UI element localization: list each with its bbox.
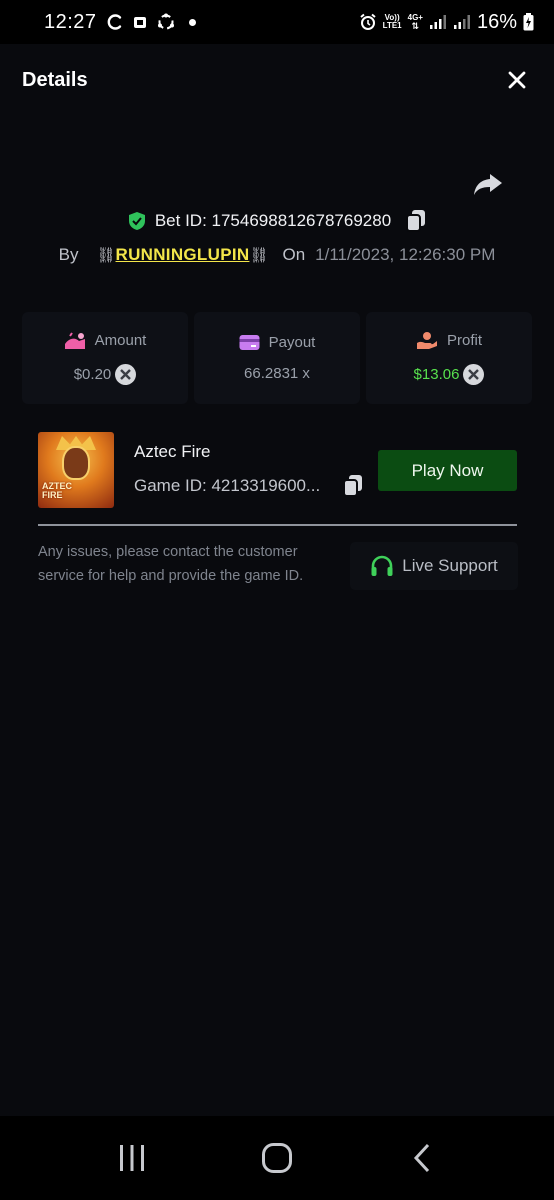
status-system-icons: Vo)) LTE1 4G+ ⇅ 16% xyxy=(359,11,534,34)
stat-amount-label-row: Amount xyxy=(64,331,147,350)
currency-coin-icon xyxy=(115,363,137,385)
app-notification-icon xyxy=(133,17,146,28)
alarm-icon xyxy=(360,13,376,30)
system-nav-bar xyxy=(0,1116,554,1200)
bet-stats: Amount $0.20 Payout 66.2831 x Profit $13… xyxy=(22,312,532,404)
play-now-button[interactable]: Play Now xyxy=(378,450,517,491)
thumbnail-logo: AZTEC FIRE xyxy=(42,482,72,500)
support-help-text: Any issues, please contact the customer … xyxy=(38,544,304,584)
card-icon xyxy=(239,335,260,350)
game-card: AZTEC FIRE Aztec Fire Game ID: 421331960… xyxy=(38,432,518,508)
network-lte-label: LTE1 xyxy=(382,21,402,30)
stat-amount-value: $0.20 xyxy=(73,365,112,383)
page-title: Details xyxy=(22,68,88,91)
recent-apps-icon xyxy=(120,1145,145,1171)
live-support-button[interactable]: Live Support xyxy=(350,542,518,590)
thumbnail-figure-art xyxy=(62,446,90,480)
profit-hand-icon xyxy=(416,332,437,349)
copy-bet-id-icon[interactable] xyxy=(405,209,427,233)
username-link[interactable]: RUNNINGLUPIN xyxy=(116,245,250,265)
bet-date: 1/11/2023, 12:26:30 PM xyxy=(315,245,496,264)
stat-profit-label-row: Profit xyxy=(416,331,482,350)
close-icon xyxy=(508,71,526,89)
by-label: By xyxy=(58,245,79,264)
home-icon xyxy=(261,1143,292,1173)
status-bar: 12:27 Vo)) LTE1 4G+ ⇅ 16% xyxy=(0,0,554,44)
status-notification-icons xyxy=(106,12,196,32)
recent-apps-button[interactable] xyxy=(102,1128,162,1188)
stat-profit-label: Profit xyxy=(446,332,482,349)
data-arrows-icon: ⇅ xyxy=(411,21,420,31)
headset-icon xyxy=(371,555,393,576)
thumbnail-logo-line-2: FIRE xyxy=(42,490,63,500)
stat-profit-value: $13.06 xyxy=(413,366,460,383)
close-button[interactable] xyxy=(502,65,532,95)
bet-details-screen: Details Bet ID: 1754698812678769280 By ⛓… xyxy=(0,44,554,1116)
stat-amount-label: Amount xyxy=(94,332,147,349)
copy-game-id-icon[interactable] xyxy=(342,474,364,498)
game-name: Aztec Fire xyxy=(134,442,211,461)
more-notifications-dot xyxy=(188,18,196,26)
bet-id-row: Bet ID: 1754698812678769280 xyxy=(0,206,554,236)
currency-coin-icon xyxy=(463,364,485,385)
game-thumbnail[interactable]: AZTEC FIRE xyxy=(38,432,114,508)
signal-1-icon xyxy=(429,15,446,29)
stat-payout-label: Payout xyxy=(268,334,316,351)
stat-amount-value-row: $0.20 xyxy=(73,363,137,385)
signal-2-icon xyxy=(453,15,470,29)
chain-left-icon: ⛓ xyxy=(96,247,116,264)
header: Details xyxy=(0,44,554,116)
game-id: Game ID: 4213319600... xyxy=(134,476,321,495)
share-button[interactable] xyxy=(472,168,504,200)
stat-payout-value: 66.2831 x xyxy=(244,365,310,382)
home-button[interactable] xyxy=(247,1128,307,1188)
chain-right-icon: ⛓ xyxy=(249,247,269,264)
stat-profit: Profit $13.06 xyxy=(366,312,532,404)
battery-charging-icon xyxy=(523,13,534,31)
back-chevron-icon xyxy=(413,1143,429,1173)
network-gen: 4G+ ⇅ xyxy=(408,14,423,31)
shield-check-icon xyxy=(128,212,145,230)
share-arrow-icon xyxy=(474,174,502,195)
stat-payout-value-row: 66.2831 x xyxy=(244,365,310,382)
bet-id: Bet ID: 1754698812678769280 xyxy=(154,211,392,230)
refresh-c-icon xyxy=(107,14,121,30)
sync-icon xyxy=(157,13,174,30)
divider xyxy=(38,524,517,526)
network-type: Vo)) LTE1 xyxy=(383,14,402,30)
back-button[interactable] xyxy=(392,1128,452,1188)
amount-icon xyxy=(64,331,85,349)
on-label: On xyxy=(282,245,306,264)
stat-payout: Payout 66.2831 x xyxy=(194,312,360,404)
battery-percent: 16% xyxy=(476,10,517,33)
stat-payout-label-row: Payout xyxy=(239,334,316,351)
bet-owner-row: By ⛓ RUNNINGLUPIN ⛓ On 1/11/2023, 12:26:… xyxy=(0,240,554,270)
stat-amount: Amount $0.20 xyxy=(22,312,188,404)
stat-profit-value-row: $13.06 xyxy=(414,364,485,385)
live-support-label: Live Support xyxy=(402,556,498,575)
status-time: 12:27 xyxy=(44,10,97,33)
